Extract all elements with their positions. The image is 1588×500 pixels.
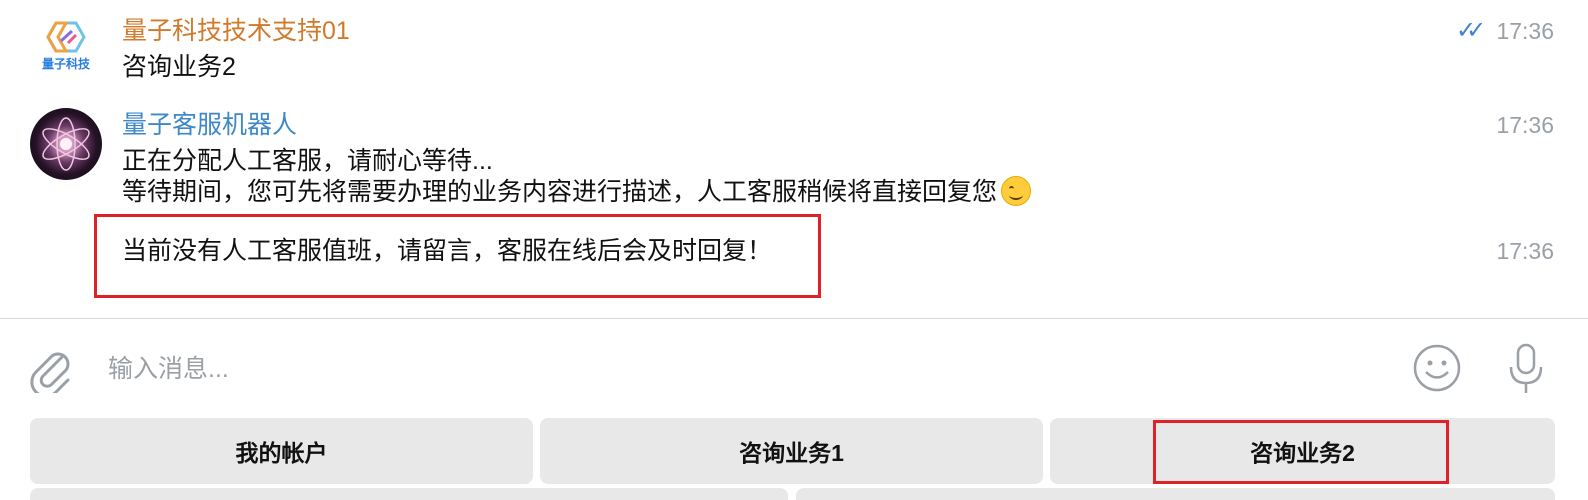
keyboard-button-row2[interactable]	[30, 488, 788, 500]
message-line: 等待期间，您可先将需要办理的业务内容进行描述，人工客服稍候将直接回复您	[122, 176, 1032, 207]
message-time: 17:36	[1496, 238, 1554, 264]
highlight-box	[94, 214, 821, 298]
atom-icon	[42, 117, 90, 171]
paperclip-icon[interactable]	[28, 343, 72, 393]
message-time: 17:36	[1496, 112, 1554, 138]
quantum-logo-icon	[46, 21, 86, 52]
smiling-face-icon	[1001, 176, 1032, 206]
emoji-icon[interactable]	[1412, 343, 1462, 393]
message-text: 咨询业务2	[122, 53, 236, 81]
sender-name-support[interactable]: 量子科技技术支持01	[122, 16, 350, 46]
microphone-icon[interactable]	[1506, 341, 1546, 397]
message-time: 17:36	[1496, 18, 1554, 44]
keyboard-button-my-account[interactable]: 我的帐户	[30, 418, 533, 484]
highlight-box	[1153, 420, 1449, 484]
avatar-logo-text: 量子科技	[41, 56, 90, 71]
keyboard-button-consult-1[interactable]: 咨询业务1	[540, 418, 1043, 484]
reply-keyboard: 我的帐户 咨询业务1 咨询业务2	[0, 414, 1588, 500]
bot-avatar[interactable]	[30, 108, 102, 180]
message-line: 正在分配人工客服，请耐心等待...	[122, 147, 493, 175]
message-input-bar	[0, 319, 1588, 414]
message-line-text: 等待期间，您可先将需要办理的业务内容进行描述，人工客服稍候将直接回复您	[122, 178, 998, 206]
keyboard-button-row2[interactable]	[796, 488, 1555, 500]
company-logo-avatar[interactable]: 量子科技	[30, 10, 102, 82]
double-check-icon: ✓✓	[1456, 17, 1486, 44]
chat-history: 量子科技 量子科技技术支持01 咨询业务2 ✓✓ 17:36 量子客服机器人 正…	[0, 0, 1588, 320]
sender-name-bot[interactable]: 量子客服机器人	[122, 110, 297, 140]
message-input[interactable]	[108, 349, 1368, 389]
